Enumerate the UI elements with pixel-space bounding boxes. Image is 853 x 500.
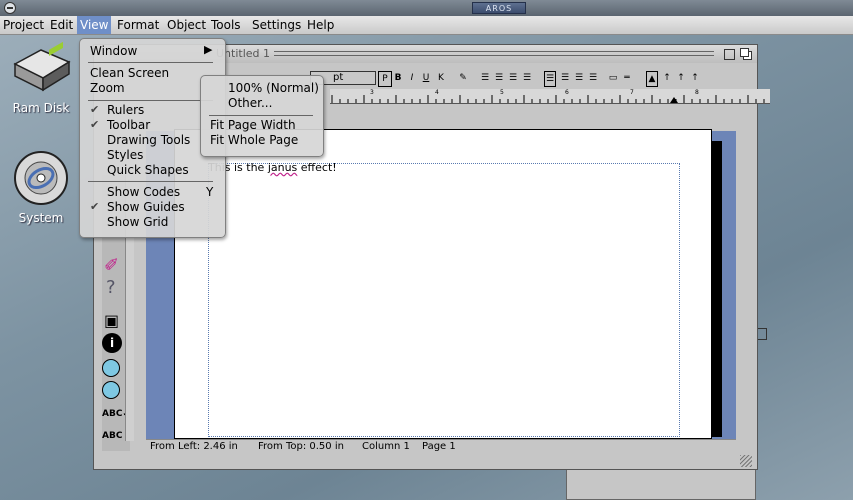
menu-item-toolbar[interactable]: Toolbar [107, 118, 150, 133]
screen-titlebar: AROS [0, 0, 853, 16]
status-from-left: From Left: 2.46 in [150, 441, 238, 452]
shortcut-show-codes: Y [206, 185, 214, 199]
ruler-number: 3 [370, 89, 374, 96]
menu-help[interactable]: Help [304, 16, 337, 34]
menu-item-styles[interactable]: Styles [107, 148, 143, 163]
menu-bar: Project Edit View Format Object Tools Se… [0, 16, 853, 35]
status-column: Column 1 [362, 441, 410, 452]
menu-item-show-grid[interactable]: Show Grid [107, 215, 168, 230]
menu-edit[interactable]: Edit [47, 16, 76, 34]
page-guides [208, 163, 680, 437]
ruler-number: 7 [630, 89, 634, 96]
text-tool-icon[interactable]: ✐ [104, 255, 119, 276]
right-margin-marker[interactable] [670, 97, 678, 103]
circle-tool-icon[interactable] [102, 359, 120, 377]
ram-disk-icon [13, 41, 71, 92]
desktop-icon-system[interactable]: System [6, 148, 76, 225]
zoom-window-icon[interactable] [724, 49, 735, 60]
document-text[interactable]: This is the janus effect! [208, 161, 337, 174]
menu-item-quick-shapes[interactable]: Quick Shapes [107, 163, 189, 178]
desktop-icon-label: System [18, 211, 64, 225]
checkmark-icon: ✔ [90, 200, 100, 213]
submenu-arrow-icon: ▶ [204, 43, 213, 56]
menu-item-fit-page-width[interactable]: Fit Page Width [210, 118, 296, 133]
menu-settings[interactable]: Settings [249, 16, 304, 34]
ruler-number: 6 [565, 89, 569, 96]
desktop-icon-label: Ram Disk [12, 101, 70, 115]
menu-tools[interactable]: Tools [208, 16, 244, 34]
italic-button[interactable]: I [407, 71, 417, 85]
pen-icon[interactable]: ✎ [458, 71, 468, 85]
bullet-list-icon[interactable]: ☰ [480, 71, 490, 85]
resize-grip-icon[interactable] [740, 455, 752, 467]
arrow-up-icon[interactable]: ↑ [676, 71, 686, 85]
menu-item-zoom-100[interactable]: 100% (Normal) [228, 81, 319, 96]
menu-item-drawing-tools[interactable]: Drawing Tools [107, 133, 190, 148]
arrow-up-icon[interactable]: ↑ [662, 71, 672, 85]
image-tool-icon[interactable]: ▣ [104, 311, 119, 330]
menu-item-show-guides[interactable]: Show Guides [107, 200, 185, 215]
shape-tool-icon[interactable] [102, 381, 120, 399]
menu-item-zoom[interactable]: Zoom [90, 81, 125, 96]
numbered-list-icon[interactable]: ☰ [494, 71, 504, 85]
spacing-icon[interactable]: ▭ [608, 71, 618, 85]
horizontal-ruler[interactable]: 3 4 5 6 7 8 [330, 89, 770, 104]
arrow-up-icon[interactable]: ▲ [646, 71, 658, 87]
status-from-top: From Top: 0.50 in [258, 441, 344, 452]
ruler-number: 5 [500, 89, 504, 96]
help-icon[interactable]: ? [106, 277, 116, 298]
status-page: Page 1 [422, 441, 456, 452]
menu-item-clean-screen[interactable]: Clean Screen [90, 66, 169, 81]
line-spacing-icon[interactable]: ═ [622, 71, 632, 85]
desktop-icon-ram-disk[interactable]: Ram Disk [6, 41, 76, 115]
plain-style-button[interactable]: P [378, 71, 392, 87]
ruler-number: 8 [695, 89, 699, 96]
depth-window-icon[interactable] [740, 48, 749, 57]
menu-view[interactable]: View [77, 16, 112, 34]
justify-icon[interactable]: ☰ [588, 71, 598, 85]
status-bar: From Left: 2.46 in From Top: 0.50 in Col… [146, 439, 736, 454]
checkmark-icon: ✔ [90, 118, 100, 131]
aros-badge: AROS [472, 2, 526, 14]
align-right-icon[interactable]: ☰ [574, 71, 584, 85]
menu-item-window[interactable]: Window [90, 44, 137, 59]
indent-icon[interactable]: ☰ [508, 71, 518, 85]
menu-object[interactable]: Object [164, 16, 209, 34]
underline-button[interactable]: U [421, 71, 431, 85]
system-disk-icon [14, 151, 68, 205]
zoom-submenu: 100% (Normal) Other... Fit Page Width Fi… [200, 75, 324, 157]
outdent-icon[interactable]: ☰ [522, 71, 532, 85]
bold-button[interactable]: B [393, 71, 403, 85]
arrow-up-icon[interactable]: ↑ [690, 71, 700, 85]
kern-button[interactable]: K [436, 71, 446, 85]
misspelled-word: janus [267, 161, 298, 174]
checkmark-icon: ✔ [90, 103, 100, 116]
ruler-ticks [331, 95, 765, 103]
menu-item-zoom-other[interactable]: Other... [228, 96, 272, 111]
thesaurus-icon[interactable]: ABC [102, 431, 122, 441]
ruler-number: 4 [435, 89, 439, 96]
align-center-icon[interactable]: ☰ [560, 71, 570, 85]
menu-format[interactable]: Format [114, 16, 162, 34]
menu-item-show-codes[interactable]: Show Codes [107, 185, 180, 200]
align-left-icon[interactable]: ☰ [544, 71, 556, 87]
screen-depth-icon[interactable] [4, 2, 16, 14]
menu-project[interactable]: Project [0, 16, 47, 34]
menu-item-rulers[interactable]: Rulers [107, 103, 144, 118]
page-shadow [712, 141, 722, 437]
menu-item-fit-whole-page[interactable]: Fit Whole Page [210, 133, 298, 148]
info-icon[interactable]: i [102, 333, 122, 353]
